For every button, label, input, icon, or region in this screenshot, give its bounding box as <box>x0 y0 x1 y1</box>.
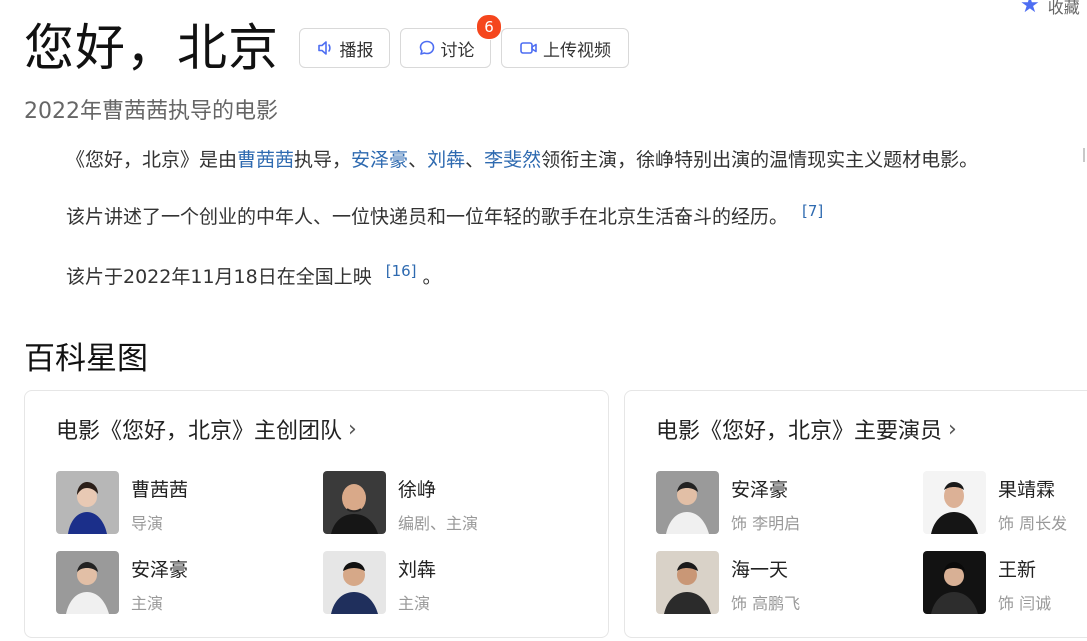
page-subtitle: 2022年曹茜茜执导的电影 <box>24 99 278 124</box>
actor-link-liuben[interactable]: 刘犇 <box>427 149 465 171</box>
intro-paragraph-2: 该片讲述了一个创业的中年人、一位快递员和一位年轻的歌手在北京生活奋斗的经历。 [7… <box>66 202 823 229</box>
person-name: 海一天 <box>731 559 789 581</box>
cast-card: 电影《您好，北京》主要演员 › 安泽豪 饰 李明启 果靖霖 饰 周长发 海一天 … <box>624 390 1087 638</box>
crew-heading-label: 电影《您好，北京》主创团队 <box>56 419 343 444</box>
crew-person-liuben[interactable]: 刘犇 主演 <box>323 551 436 614</box>
upload-video-button[interactable]: 上传视频 <box>501 28 629 68</box>
person-role: 饰 高鹏飞 <box>731 594 801 613</box>
chat-bubble-icon <box>417 38 437 58</box>
chevron-right-icon: › <box>948 416 957 442</box>
clipped-reference-marker <box>1083 148 1087 162</box>
person-name: 安泽豪 <box>131 559 189 581</box>
person-name: 王新 <box>998 559 1037 581</box>
intro-paragraph-1: 《您好，北京》是由曹茜茜执导，安泽豪、刘犇、李斐然领衔主演，徐峥特别出演的温情现… <box>66 145 978 172</box>
video-camera-icon <box>519 38 539 58</box>
person-role: 饰 周长发 <box>998 514 1068 533</box>
intro-text: 该片于2022年11月18日在全国上映 <box>66 266 372 288</box>
intro-text: 领衔主演，徐峥特别出演的温情现实主义题材电影。 <box>541 149 979 171</box>
starmap-title: 百科星图 <box>24 341 148 377</box>
play-label: 播报 <box>339 40 374 61</box>
cast-heading-label: 电影《您好，北京》主要演员 <box>656 419 943 444</box>
avatar <box>56 551 119 614</box>
person-name: 曹茜茜 <box>131 479 189 501</box>
cast-person-haiyitian[interactable]: 海一天 饰 高鹏飞 <box>656 551 800 614</box>
discuss-count-badge: 6 <box>476 14 502 40</box>
favorite-button[interactable]: ★ 收藏 <box>1020 0 1080 18</box>
separator: 、 <box>408 149 428 171</box>
person-role: 主演 <box>398 594 431 613</box>
avatar <box>923 551 986 614</box>
actor-link-anzehao[interactable]: 安泽豪 <box>351 149 408 171</box>
reference-link[interactable]: [7] <box>802 202 823 220</box>
discuss-label: 讨论 <box>440 40 475 61</box>
separator: 、 <box>465 149 485 171</box>
speaker-icon <box>316 38 336 58</box>
person-role: 编剧、主演 <box>398 514 479 533</box>
person-role: 饰 李明启 <box>731 514 801 533</box>
person-name: 徐峥 <box>398 479 437 501</box>
baike-page: ★ 收藏 您好，北京 播报 讨论 6 上传视频 2022年曹茜茜执导的电影 《您… <box>0 0 1087 641</box>
person-name: 刘犇 <box>398 559 437 581</box>
intro-paragraph-3: 该片于2022年11月18日在全国上映 [16] 。 <box>66 262 442 289</box>
person-role: 主演 <box>131 594 164 613</box>
reference-link[interactable]: [16] <box>386 262 417 280</box>
cast-person-anzehao[interactable]: 安泽豪 饰 李明启 <box>656 471 800 534</box>
period: 。 <box>422 266 442 288</box>
person-role: 饰 闫诚 <box>998 594 1052 613</box>
intro-text: 《您好，北京》是由 <box>66 149 238 171</box>
crew-person-anzehao[interactable]: 安泽豪 主演 <box>56 551 188 614</box>
title-actions: 播报 讨论 6 上传视频 <box>299 14 629 68</box>
avatar <box>656 471 719 534</box>
intro-text: 该片讲述了一个创业的中年人、一位快递员和一位年轻的歌手在北京生活奋斗的经历。 <box>66 206 789 228</box>
avatar <box>923 471 986 534</box>
crew-person-caoxixi[interactable]: 曹茜茜 导演 <box>56 471 188 534</box>
cast-card-heading[interactable]: 电影《您好，北京》主要演员 › <box>656 413 957 445</box>
intro-text: 执导， <box>294 149 352 171</box>
person-name: 果靖霖 <box>998 479 1056 501</box>
director-link[interactable]: 曹茜茜 <box>237 149 294 171</box>
avatar <box>323 551 386 614</box>
chevron-right-icon: › <box>348 416 357 442</box>
avatar <box>56 471 119 534</box>
upload-label: 上传视频 <box>543 40 611 61</box>
crew-card-heading[interactable]: 电影《您好，北京》主创团队 › <box>56 413 357 445</box>
crew-card: 电影《您好，北京》主创团队 › 曹茜茜 导演 徐峥 编剧、主演 安泽豪 主演 刘… <box>24 390 609 638</box>
star-icon: ★ <box>1020 0 1040 18</box>
cast-person-wangxin[interactable]: 王新 饰 闫诚 <box>923 551 1051 614</box>
actor-link-lifeiran[interactable]: 李斐然 <box>484 149 541 171</box>
discuss-button[interactable]: 讨论 6 <box>400 14 502 68</box>
favorite-label: 收藏 <box>1047 0 1080 17</box>
avatar <box>656 551 719 614</box>
play-button[interactable]: 播报 <box>299 28 390 68</box>
cast-person-guojinglin[interactable]: 果靖霖 饰 周长发 <box>923 471 1067 534</box>
person-name: 安泽豪 <box>731 479 789 501</box>
avatar <box>323 471 386 534</box>
crew-person-xuzheng[interactable]: 徐峥 编剧、主演 <box>323 471 478 534</box>
page-title: 您好，北京 <box>24 19 279 77</box>
person-role: 导演 <box>131 514 164 533</box>
